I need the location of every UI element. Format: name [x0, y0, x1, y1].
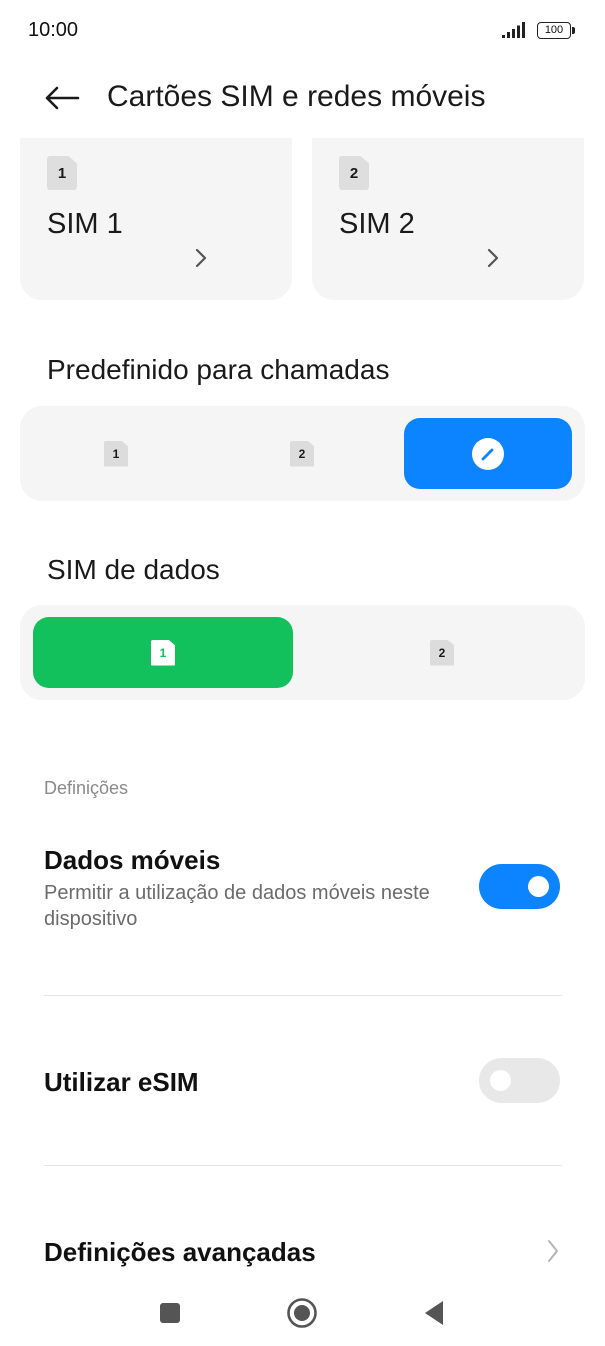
sim-card-icon: 1 — [151, 639, 175, 666]
calls-option-sim1[interactable]: 1 — [32, 418, 200, 489]
mobile-data-toggle[interactable] — [479, 864, 560, 909]
sim1-card[interactable]: 1 SIM 1 — [20, 138, 292, 300]
home-button[interactable] — [282, 1293, 322, 1333]
advanced-settings-title[interactable]: Definições avançadas — [44, 1237, 316, 1268]
arrow-left-icon — [45, 86, 80, 110]
chevron-right-icon[interactable] — [545, 1238, 561, 1264]
sim-card-icon: 1 — [104, 440, 128, 467]
status-bar: 10:00 100 — [0, 0, 605, 62]
mobile-data-subtitle: Permitir a utilização de dados móveis ne… — [44, 882, 430, 930]
battery-level: 100 — [537, 22, 571, 39]
battery-icon: 100 — [537, 22, 575, 39]
divider — [44, 1165, 562, 1166]
pencil-icon — [472, 437, 504, 470]
back-triangle-icon — [425, 1301, 443, 1325]
mobile-data-title: Dados móveis — [44, 845, 221, 875]
data-section-title: SIM de dados — [47, 554, 220, 585]
sim-card-icon: 1 — [47, 156, 77, 190]
chevron-right-icon — [195, 248, 207, 268]
recents-square-icon — [160, 1303, 180, 1323]
data-option-sim1[interactable]: 1 — [33, 617, 293, 688]
page-title: Cartões SIM e redes móveis — [107, 80, 486, 113]
sim-card-icon: 2 — [339, 156, 369, 190]
calls-option-sim2[interactable]: 2 — [218, 418, 386, 489]
calls-sim-selector: 1 2 — [20, 406, 585, 501]
calls-section-title: Predefinido para chamadas — [47, 354, 390, 385]
data-sim-selector: 1 2 — [20, 605, 585, 700]
back-button[interactable] — [36, 76, 88, 120]
system-nav-bar — [0, 1280, 605, 1346]
status-time: 10:00 — [28, 19, 79, 41]
sim2-name: SIM 2 — [339, 208, 415, 240]
chevron-right-icon — [487, 248, 499, 268]
home-circle-icon — [287, 1298, 317, 1328]
settings-group-label: Definições — [44, 778, 129, 798]
calls-option-ask[interactable] — [404, 418, 572, 489]
sim-card-icon: 2 — [430, 639, 454, 666]
app-header: Cartões SIM e redes móveis — [0, 62, 605, 134]
esim-title: Utilizar eSIM — [44, 1067, 199, 1097]
sim1-name: SIM 1 — [47, 208, 123, 240]
signal-icon — [502, 22, 525, 38]
sim2-card[interactable]: 2 SIM 2 — [312, 138, 584, 300]
esim-toggle[interactable] — [479, 1058, 560, 1103]
divider — [44, 995, 562, 996]
data-option-sim2[interactable]: 2 — [312, 617, 572, 688]
nav-back-button[interactable] — [414, 1293, 454, 1333]
recents-button[interactable] — [150, 1293, 190, 1333]
sim-card-icon: 2 — [290, 440, 314, 467]
